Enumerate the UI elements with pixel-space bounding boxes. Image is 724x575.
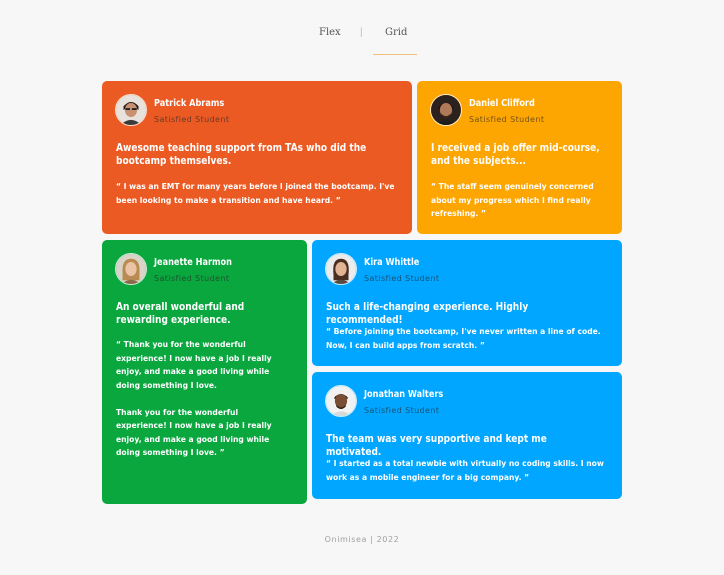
testimonial-card-daniel-clifford: Daniel Clifford Satisfied Student I rece… xyxy=(417,81,622,234)
testimonial-quote: “ Thank you for the wonderful experience… xyxy=(116,338,288,460)
author-role: Satisfied Student xyxy=(469,115,545,124)
testimonial-card-jonathan-walters: Jonathan Walters Satisfied Student The t… xyxy=(312,372,622,499)
quote-paragraph: “ Before joining the bootcamp, I've neve… xyxy=(326,327,601,350)
quote-paragraph: “ The staff seem genuinely concerned abo… xyxy=(431,182,594,218)
author-role: Satisfied Student xyxy=(364,274,440,283)
person-avatar-icon xyxy=(326,254,356,284)
testimonial-quote: “ Before joining the bootcamp, I've neve… xyxy=(326,325,610,352)
testimonial-headline: Such a life-changing experience. Highly … xyxy=(326,301,529,326)
author-name: Jonathan Walters xyxy=(364,389,444,400)
layout-tabs: Flex | Grid xyxy=(0,0,724,60)
author-name: Jeanette Harmon xyxy=(154,257,232,268)
testimonial-headline: An overall wonderful and rewarding exper… xyxy=(116,301,245,326)
testimonial-card-jeanette-harmon: Jeanette Harmon Satisfied Student An ove… xyxy=(102,240,307,504)
quote-paragraph: “ I was an EMT for many years before I j… xyxy=(116,182,395,205)
person-avatar-icon xyxy=(116,95,146,125)
avatar-jeanette-harmon xyxy=(115,253,147,285)
avatar-patrick-abrams xyxy=(115,94,147,126)
avatar-kira-whittle xyxy=(325,253,357,285)
testimonial-quote: “ I was an EMT for many years before I j… xyxy=(116,180,398,207)
testimonial-headline: Awesome teaching support from TAs who di… xyxy=(116,142,367,167)
testimonial-quote: “ The staff seem genuinely concerned abo… xyxy=(431,180,609,221)
quote-paragraph: Thank you for the wonderful experience! … xyxy=(116,407,272,458)
testimonial-card-patrick-abrams: Patrick Abrams Satisfied Student Awesome… xyxy=(102,81,412,234)
active-tab-indicator xyxy=(373,54,417,55)
author-role: Satisfied Student xyxy=(364,406,440,415)
testimonial-headline: The team was very supportive and kept me… xyxy=(326,433,547,458)
avatar-jonathan-walters xyxy=(325,385,357,417)
person-avatar-icon xyxy=(326,386,356,416)
author-role: Satisfied Student xyxy=(154,115,230,124)
quote-paragraph: “ I started as a total newbie with virtu… xyxy=(326,459,604,482)
person-avatar-icon xyxy=(116,254,146,284)
page-footer: Onimisea | 2022 xyxy=(324,535,400,544)
quote-paragraph: “ Thank you for the wonderful experience… xyxy=(116,340,272,390)
author-name: Daniel Clifford xyxy=(469,98,535,109)
testimonial-headline: I received a job offer mid-course, and t… xyxy=(431,142,600,167)
testimonial-card-kira-whittle: Kira Whittle Satisfied Student Such a li… xyxy=(312,240,622,366)
person-avatar-icon xyxy=(431,95,461,125)
author-name: Patrick Abrams xyxy=(154,98,225,109)
tab-flex[interactable]: Flex xyxy=(319,27,341,38)
tab-grid[interactable]: Grid xyxy=(385,27,407,38)
avatar-daniel-clifford xyxy=(430,94,462,126)
tab-separator: | xyxy=(360,27,363,38)
testimonial-quote: “ I started as a total newbie with virtu… xyxy=(326,457,610,484)
author-role: Satisfied Student xyxy=(154,274,230,283)
author-name: Kira Whittle xyxy=(364,257,420,268)
